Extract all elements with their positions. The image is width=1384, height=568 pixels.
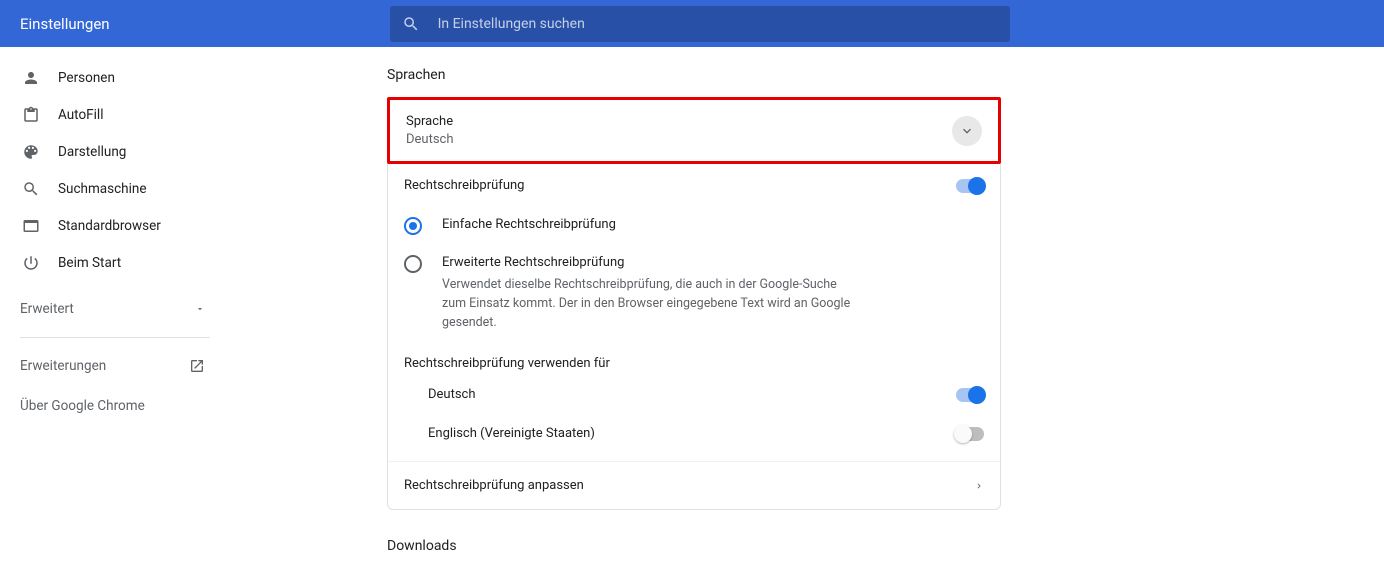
language-label: Sprache: [406, 114, 454, 129]
sidebar-about[interactable]: Über Google Chrome: [0, 386, 225, 426]
spellcheck-row: Rechtschreibprüfung: [388, 164, 1000, 207]
caret-down-icon: [195, 304, 205, 314]
app-header: Einstellungen In Einstellungen suchen: [0, 0, 1384, 47]
sidebar-item-search-engine[interactable]: Suchmaschine: [0, 170, 225, 207]
spellcheck-lang-english: Englisch (Vereinigte Staaten): [388, 414, 1000, 453]
radio-unselected[interactable]: [404, 255, 422, 273]
chevron-down-icon: [959, 123, 975, 139]
sidebar-advanced[interactable]: Erweitert: [0, 289, 225, 329]
lang-toggle-german[interactable]: [956, 388, 984, 402]
radio-label: Einfache Rechtschreibprüfung: [442, 217, 616, 232]
sidebar-item-appearance[interactable]: Darstellung: [0, 133, 225, 170]
sidebar-item-label: Suchmaschine: [58, 181, 147, 197]
spellcheck-option-basic[interactable]: Einfache Rechtschreibprüfung: [388, 207, 1000, 245]
sidebar-item-people[interactable]: Personen: [0, 59, 225, 96]
external-link-icon: [189, 358, 205, 374]
clipboard-icon: [22, 106, 58, 124]
sidebar-item-label: Personen: [58, 70, 115, 86]
search-icon: [402, 15, 420, 33]
sidebar-item-label: Beim Start: [58, 255, 121, 271]
languages-card: Sprache Deutsch Rechtschreibprüfung Einf…: [387, 97, 1001, 510]
spellcheck-title: Rechtschreibprüfung: [404, 178, 524, 193]
customize-spellcheck-row[interactable]: Rechtschreibprüfung anpassen: [388, 461, 1000, 509]
sidebar-item-label: Standardbrowser: [58, 218, 161, 234]
lang-label: Deutsch: [428, 387, 476, 402]
sidebar-advanced-label: Erweitert: [20, 301, 74, 317]
language-row[interactable]: Sprache Deutsch: [387, 97, 1001, 164]
sidebar-item-default-browser[interactable]: Standardbrowser: [0, 207, 225, 244]
sidebar-item-on-startup[interactable]: Beim Start: [0, 244, 225, 281]
customize-label: Rechtschreibprüfung anpassen: [404, 478, 584, 493]
sidebar-item-label: Darstellung: [58, 144, 126, 160]
divider: [20, 337, 210, 338]
section-title-downloads: Downloads: [387, 538, 1384, 554]
expand-language-button[interactable]: [952, 116, 982, 146]
spellcheck-lang-german: Deutsch: [388, 375, 1000, 414]
lang-label: Englisch (Vereinigte Staaten): [428, 426, 595, 441]
power-icon: [22, 254, 58, 272]
sidebar-item-autofill[interactable]: AutoFill: [0, 96, 225, 133]
sidebar: Personen AutoFill Darstellung Suchmaschi…: [0, 47, 225, 568]
sidebar-item-label: AutoFill: [58, 107, 103, 123]
palette-icon: [22, 143, 58, 161]
lang-toggle-english[interactable]: [956, 427, 984, 441]
spellcheck-option-enhanced[interactable]: Erweiterte Rechtschreibprüfung Verwendet…: [388, 245, 1000, 342]
language-value: Deutsch: [406, 132, 454, 147]
radio-label: Erweiterte Rechtschreibprüfung: [442, 255, 862, 270]
section-title-languages: Sprachen: [387, 67, 1384, 83]
search-placeholder: In Einstellungen suchen: [438, 16, 585, 32]
spellcheck-use-for-title: Rechtschreibprüfung verwenden für: [388, 342, 1000, 375]
browser-icon: [22, 217, 58, 235]
sidebar-about-label: Über Google Chrome: [20, 398, 145, 414]
sidebar-extensions[interactable]: Erweiterungen: [0, 346, 225, 386]
search-icon: [22, 180, 58, 198]
chevron-right-icon: [974, 481, 984, 491]
main-content: Sprachen Sprache Deutsch Rechtschreibprü…: [225, 47, 1384, 568]
radio-description: Verwendet dieselbe Rechtschreibprüfung, …: [442, 276, 862, 332]
page-title: Einstellungen: [20, 15, 110, 33]
sidebar-extensions-label: Erweiterungen: [20, 358, 106, 374]
search-input[interactable]: In Einstellungen suchen: [390, 6, 1010, 42]
person-icon: [22, 69, 58, 87]
radio-selected[interactable]: [404, 217, 422, 235]
spellcheck-toggle[interactable]: [956, 179, 984, 193]
